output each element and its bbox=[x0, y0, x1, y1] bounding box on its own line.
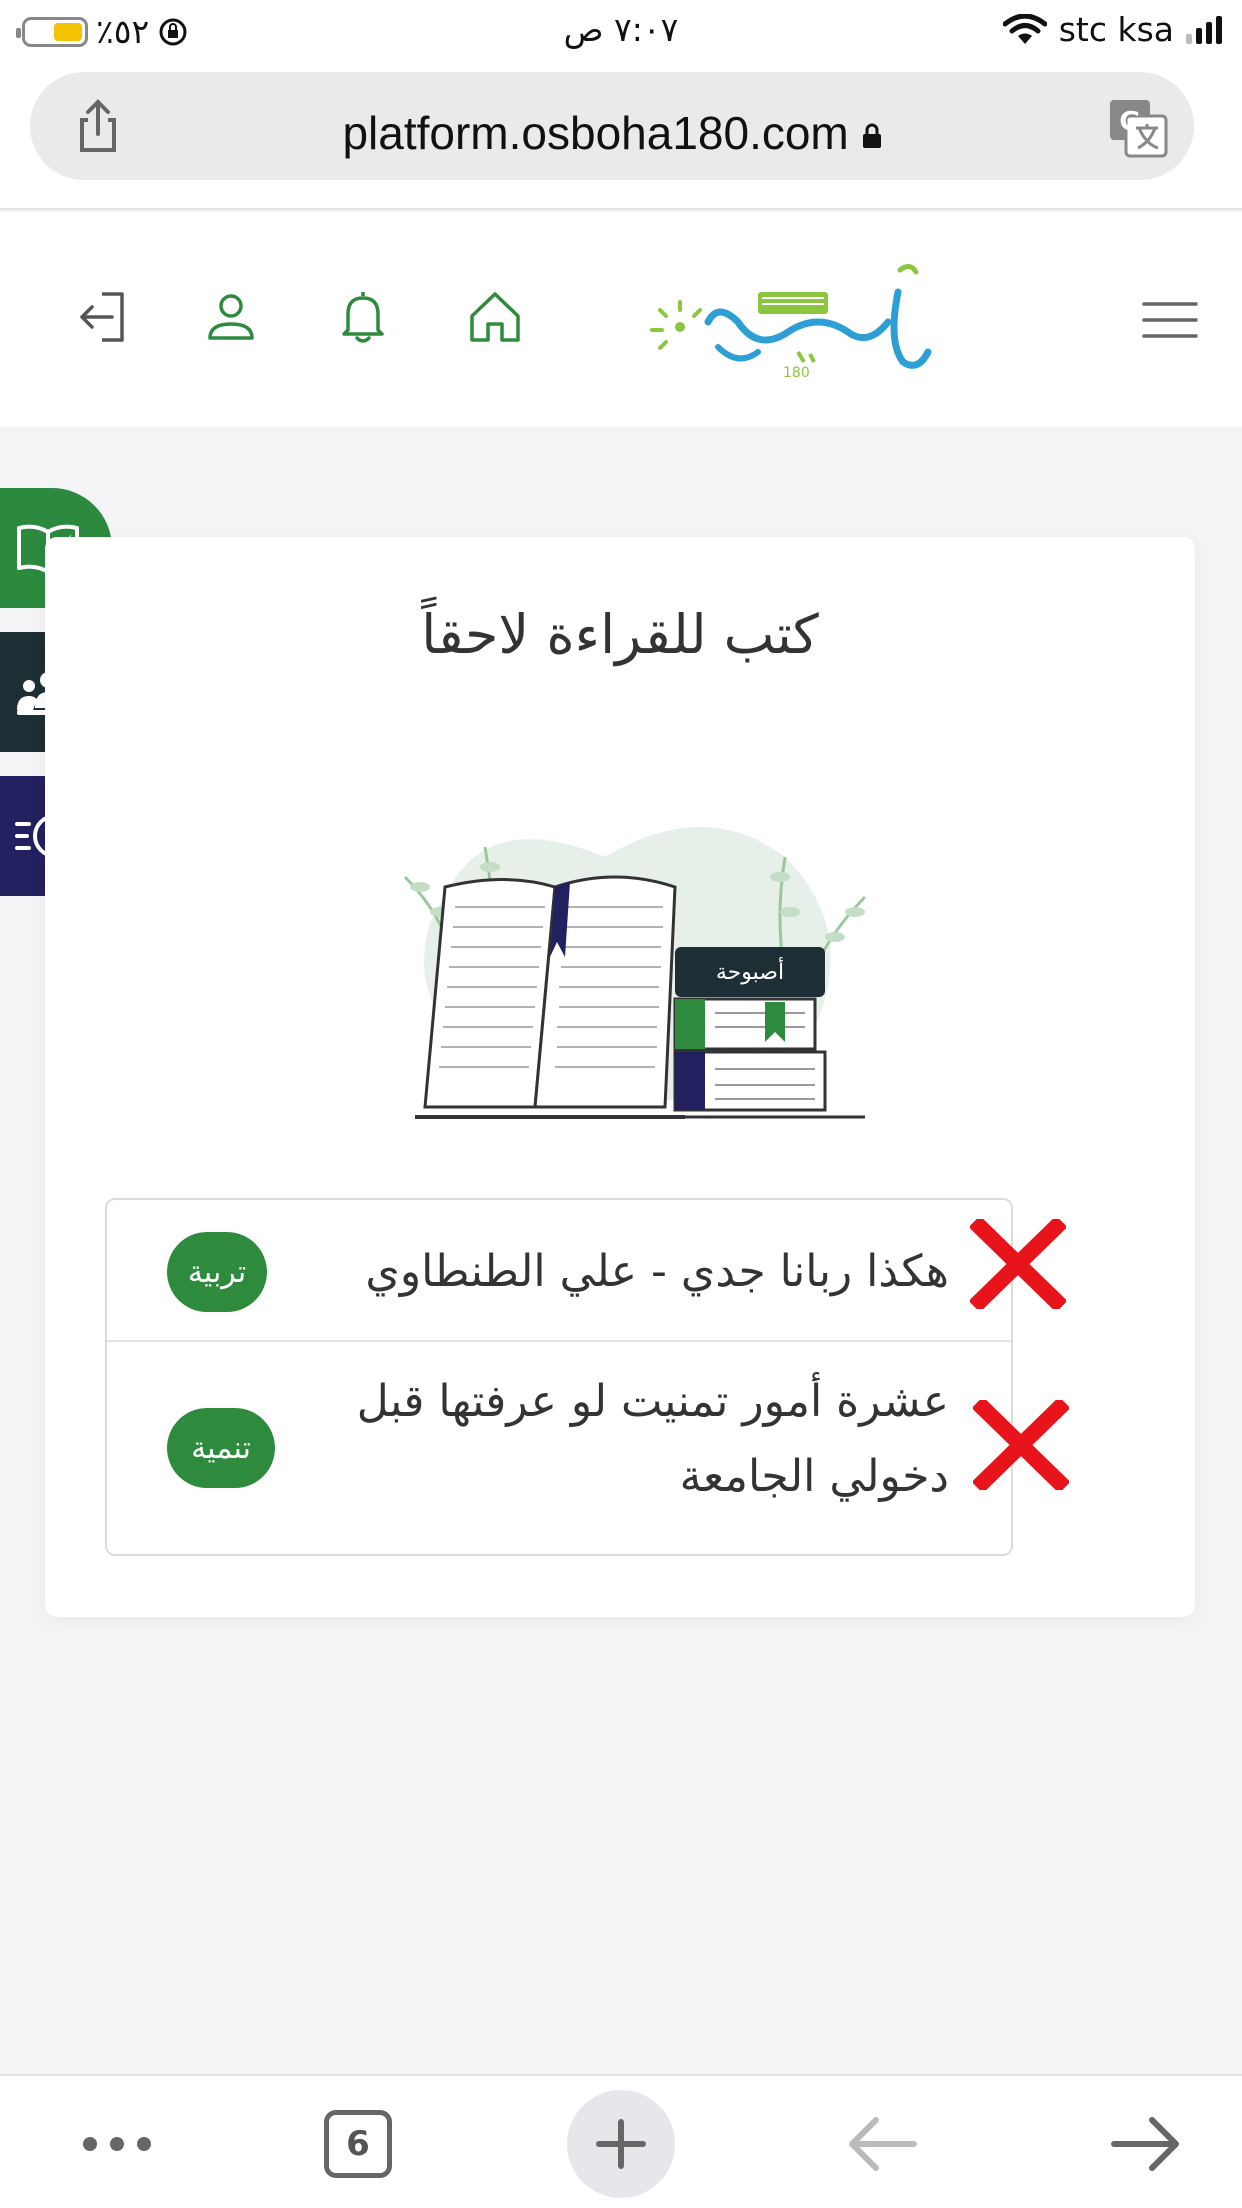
lock-icon bbox=[862, 123, 881, 148]
user-icon[interactable] bbox=[200, 286, 262, 348]
book-title[interactable]: هكذا ربانا جدي - علي الطنطاوي bbox=[365, 1234, 949, 1309]
list-item[interactable]: عشرة أمور تمنيت لو عرفتها قبل دخولي الجا… bbox=[107, 1342, 1011, 1556]
book-title-line1[interactable]: عشرة أمور تمنيت لو عرفتها قبل bbox=[357, 1364, 949, 1439]
remove-book-icon[interactable] bbox=[970, 1219, 1066, 1309]
category-badge: تربية bbox=[167, 1232, 267, 1312]
wifi-icon bbox=[1002, 13, 1047, 44]
remove-book-icon[interactable] bbox=[973, 1400, 1069, 1490]
svg-text:180: 180 bbox=[783, 365, 810, 381]
plus-icon bbox=[596, 2119, 646, 2169]
url-text[interactable]: platform.osboha180.com bbox=[30, 106, 1194, 160]
more-icon[interactable] bbox=[80, 2134, 154, 2154]
logout-icon[interactable] bbox=[72, 286, 134, 348]
bell-icon[interactable] bbox=[332, 286, 394, 348]
address-bar[interactable]: platform.osboha180.com G bbox=[30, 72, 1194, 180]
sun-icon bbox=[650, 300, 702, 350]
svg-text:أصبوحة: أصبوحة bbox=[716, 957, 784, 985]
back-arrow-icon[interactable] bbox=[846, 2116, 918, 2172]
osboha-logo[interactable]: 180 bbox=[648, 252, 938, 397]
app-header: 180 bbox=[0, 212, 1242, 427]
translate-icon[interactable]: G bbox=[1108, 98, 1168, 158]
books-illustration: أصبوحة bbox=[403, 827, 867, 1119]
signal-icon bbox=[1186, 15, 1222, 44]
list-item[interactable]: هكذا ربانا جدي - علي الطنطاوي تربية bbox=[107, 1200, 1011, 1342]
status-right: stc ksa bbox=[1002, 10, 1222, 49]
book-title-line2[interactable]: دخولي الجامعة bbox=[680, 1439, 949, 1514]
tabs-count: 6 bbox=[346, 2124, 370, 2164]
read-later-card: كتب للقراءة لاحقاً أصبوحة هكذا ربانا جدي… bbox=[45, 537, 1195, 1617]
status-bar: ٪٥٢ ٧:٠٧ ص stc ksa bbox=[0, 0, 1242, 62]
tabs-button[interactable]: 6 bbox=[324, 2110, 392, 2178]
home-icon[interactable] bbox=[464, 286, 526, 348]
category-badge: تنمية bbox=[167, 1408, 275, 1488]
svg-text:G: G bbox=[1119, 107, 1140, 137]
browser-toolbar: 6 bbox=[0, 2074, 1242, 2208]
new-tab-button[interactable] bbox=[567, 2090, 675, 2198]
menu-icon[interactable] bbox=[1142, 300, 1198, 340]
browser-url-area: platform.osboha180.com G bbox=[0, 62, 1242, 210]
card-title: كتب للقراءة لاحقاً bbox=[421, 603, 819, 666]
books-list: هكذا ربانا جدي - علي الطنطاوي تربية عشرة… bbox=[105, 1198, 1013, 1556]
forward-arrow-icon[interactable] bbox=[1110, 2116, 1182, 2172]
carrier-name: stc ksa bbox=[1058, 10, 1174, 49]
